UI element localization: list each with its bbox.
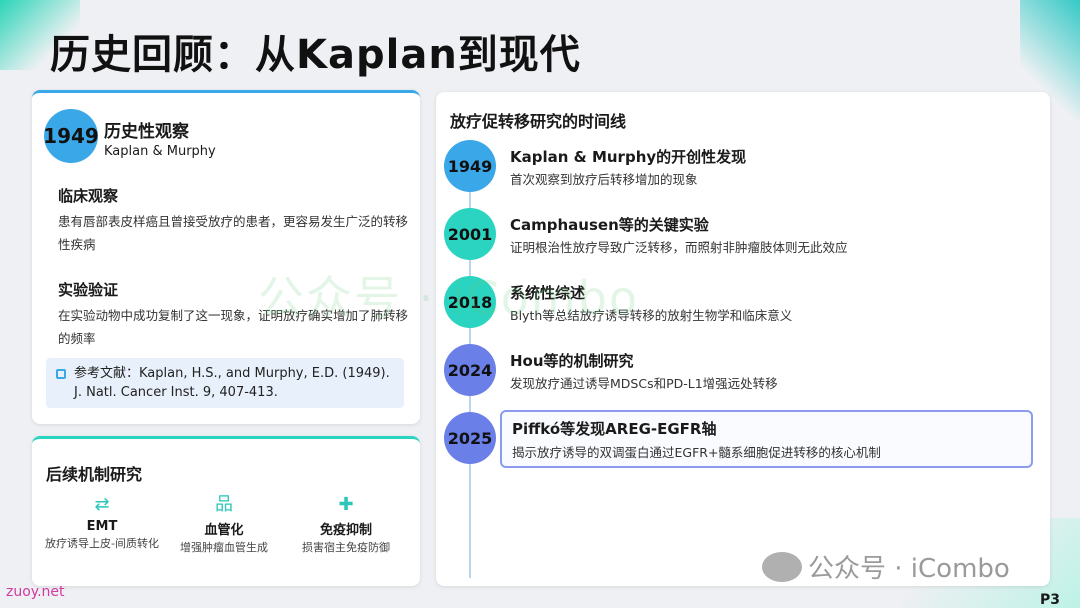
exchange-icon: ⇄ — [94, 494, 110, 515]
page-number: P3 — [1040, 592, 1061, 608]
year-badge: 1949 — [444, 140, 496, 192]
mechanism-item-immunosuppression: ✚ 免疫抑制 损害宿主免疫防御 — [286, 495, 406, 555]
mechanism-card: 后续机制研究 ⇄ EMT 放疗诱导上皮-间质转化 品 血管化 增强肿瘤血管生成 … — [32, 436, 420, 586]
page-title: 历史回顾：从Kaplan到现代 — [50, 32, 581, 78]
mechanism-item-title: 血管化 — [204, 523, 244, 538]
mechanism-item-title: EMT — [86, 519, 118, 534]
timeline-card: 放疗促转移研究的时间线 1949 Kaplan & Murphy的开创性发现 首… — [436, 92, 1050, 586]
timeline-item: 1949 Kaplan & Murphy的开创性发现 首次观察到放疗后转移增加的… — [436, 140, 1050, 200]
mechanism-item-title: 免疫抑制 — [319, 523, 372, 538]
timeline-item-title: Kaplan & Murphy的开创性发现 — [510, 148, 747, 166]
timeline-item: 2024 Hou等的机制研究 发现放疗通过诱导MDSCs和PD-L1增强远处转移 — [436, 344, 1050, 404]
timeline-item-desc: 证明根治性放疗导致广泛转移，而照射非肿瘤肢体则无此效应 — [510, 240, 848, 255]
watermark-center: 公众号 · iCombo — [258, 271, 640, 325]
clinical-body: 患有唇部表皮样癌且曾接受放疗的患者，更容易发生广泛的转移性疾病 — [58, 214, 409, 252]
year-badge: 2001 — [444, 208, 496, 260]
mechanism-item-desc: 损害宿主免疫防御 — [302, 541, 390, 554]
mechanism-item-emt: ⇄ EMT 放疗诱导上皮-间质转化 — [42, 495, 162, 551]
clinical-section: 临床观察 患有唇部表皮样癌且曾接受放疗的患者，更容易发生广泛的转移性疾病 — [58, 185, 408, 256]
timeline-title: 放疗促转移研究的时间线 — [450, 112, 627, 131]
year-badge: 1949 — [43, 109, 99, 163]
watermark-corner-text: 公众号 · iCombo — [808, 554, 1010, 584]
book-icon — [56, 369, 66, 379]
year-badge: 2024 — [444, 344, 496, 396]
timeline-item-title: Camphausen等的关键实验 — [510, 216, 709, 234]
timeline-item-desc: 揭示放疗诱导的双调蛋白通过EGFR+髓系细胞促进转移的核心机制 — [512, 445, 881, 460]
timeline-item-desc: 发现放疗通过诱导MDSCs和PD-L1增强远处转移 — [510, 376, 778, 391]
history-header: 历史性观察 Kaplan & Murphy — [104, 117, 216, 159]
mechanism-item-vascularization: 品 血管化 增强肿瘤血管生成 — [164, 495, 284, 555]
timeline-item-desc: 首次观察到放疗后转移增加的现象 — [510, 172, 698, 187]
history-card: 1949 历史性观察 Kaplan & Murphy 临床观察 患有唇部表皮样癌… — [32, 90, 420, 424]
history-heading: 历史性观察 — [104, 122, 189, 142]
reference-text: 参考文献：Kaplan, H.S., and Murphy, E.D. (194… — [74, 366, 390, 400]
year-badge: 2025 — [444, 412, 496, 464]
timeline-item-highlighted: 2025 Piffkó等发现AREG-EGFR轴 揭示放疗诱导的双调蛋白通过EG… — [436, 410, 1050, 470]
shield-icon: ✚ — [338, 494, 354, 515]
watermark-corner: 公众号 · iCombo — [762, 548, 1010, 585]
site-label[interactable]: zuoy.net — [6, 584, 65, 600]
timeline-item: 2001 Camphausen等的关键实验 证明根治性放疗导致广泛转移，而照射非… — [436, 208, 1050, 268]
history-subheading: Kaplan & Murphy — [104, 144, 216, 159]
mechanism-title: 后续机制研究 — [46, 465, 143, 484]
mechanism-item-desc: 放疗诱导上皮-间质转化 — [45, 537, 159, 550]
network-icon: 品 — [215, 494, 233, 515]
clinical-title: 临床观察 — [58, 187, 119, 205]
timeline-item-title: Piffkó等发现AREG-EGFR轴 — [512, 420, 717, 438]
reference-box: 参考文献：Kaplan, H.S., and Murphy, E.D. (194… — [46, 358, 404, 408]
mechanism-item-desc: 增强肿瘤血管生成 — [180, 541, 268, 554]
timeline-item-title: Hou等的机制研究 — [510, 352, 634, 370]
wechat-icon — [762, 551, 802, 582]
